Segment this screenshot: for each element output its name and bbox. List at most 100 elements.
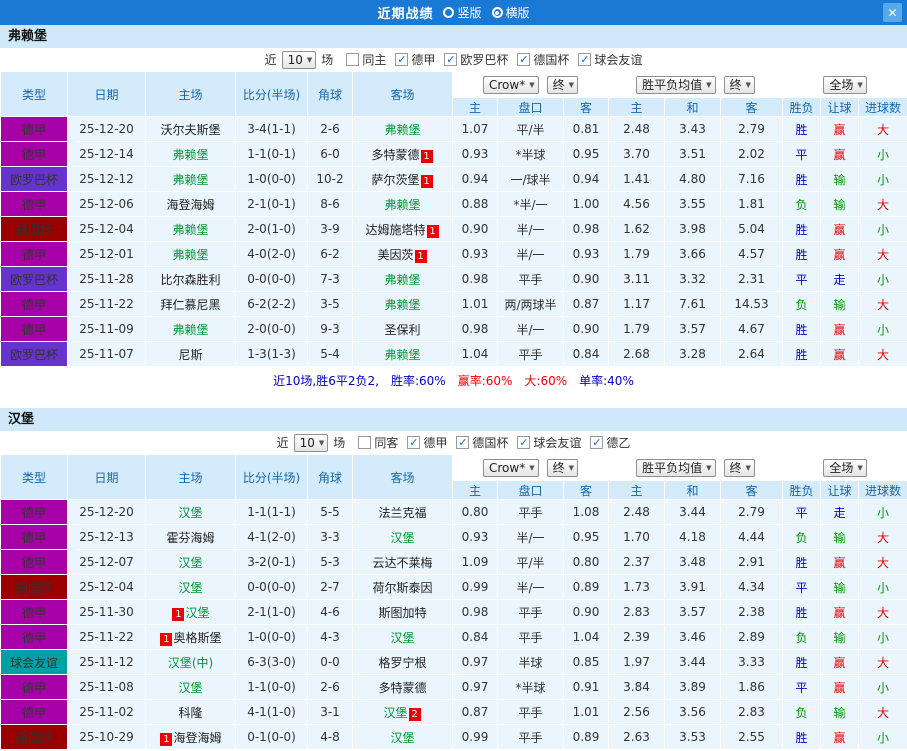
avg-draw: 3.66	[664, 241, 722, 267]
result-wdl: 胜	[782, 599, 822, 625]
away-team-name[interactable]: 弗赖堡	[384, 123, 420, 137]
home-team-name[interactable]: 汉堡	[178, 556, 202, 570]
avg-home: 1.97	[608, 649, 666, 675]
away-team-name[interactable]: 达姆施塔特	[365, 223, 425, 237]
filter-option[interactable]: 同客	[358, 434, 398, 451]
subcol-avg-draw: 和	[664, 480, 722, 500]
home-team-name[interactable]: 霍芬海姆	[166, 531, 214, 545]
corner-score: 3-5	[307, 291, 353, 317]
filter-option-label: 球会友谊	[594, 53, 643, 67]
home-team-name[interactable]: 尼斯	[178, 348, 202, 362]
corner-score: 3-1	[307, 699, 353, 725]
avg-draw: 4.18	[664, 524, 722, 550]
away-team-name[interactable]: 汉堡	[390, 531, 414, 545]
filter-option[interactable]: ✓ 球会友谊	[578, 51, 642, 68]
filter-option[interactable]: ✓ 球会友谊	[517, 434, 581, 451]
away-team-name[interactable]: 多特蒙德	[371, 148, 419, 162]
away-team-name[interactable]: 弗赖堡	[384, 198, 420, 212]
summary-text: 单率:40%	[579, 373, 634, 388]
checkbox-icon: ✓	[590, 436, 604, 449]
home-team-name[interactable]: 奥格斯堡	[173, 631, 221, 645]
odds-handicap: *半球	[497, 674, 564, 700]
home-team-cell: 1 奥格斯堡	[145, 624, 236, 650]
match-count-select[interactable]: 10 ▼	[293, 433, 329, 452]
filter-option[interactable]: ✓ 德甲	[407, 434, 447, 451]
home-team-cell: 沃尔夫斯堡	[145, 116, 236, 142]
away-team-name[interactable]: 荷尔斯泰因	[372, 581, 432, 595]
odds-company-select[interactable]: Crow* ▼	[483, 458, 539, 477]
layout-radio-vertical[interactable]: 竖版	[443, 4, 482, 21]
filter-near-label: 近	[276, 436, 289, 450]
scope-select[interactable]: 全场 ▼	[823, 458, 867, 477]
odds-final-select[interactable]: 终 ▼	[546, 458, 579, 477]
avg-final-select[interactable]: 终 ▼	[723, 458, 755, 477]
away-team-name[interactable]: 汉堡	[390, 631, 414, 645]
odds-away: 0.94	[562, 166, 610, 192]
chevron-down-icon: ▼	[745, 80, 751, 89]
odds-company-select[interactable]: Crow* ▼	[483, 75, 539, 94]
avg-away: 5.04	[720, 216, 784, 242]
home-team-name[interactable]: 汉堡	[178, 581, 202, 595]
chevron-down-icon: ▼	[568, 80, 575, 89]
away-team-name[interactable]: 圣保利	[384, 323, 420, 337]
away-team-name[interactable]: 弗赖堡	[384, 298, 420, 312]
away-team-name[interactable]: 多特蒙德	[378, 681, 426, 695]
league-type: 德甲	[0, 674, 68, 700]
team-name: 汉堡	[0, 408, 907, 431]
home-team-name[interactable]: 拜仁慕尼黑	[160, 298, 220, 312]
away-team-name[interactable]: 汉堡	[390, 731, 414, 745]
home-team-name[interactable]: 汉堡	[178, 681, 202, 695]
home-team-name[interactable]: 科隆	[178, 706, 202, 720]
avg-select[interactable]: 胜平负均值 ▼	[636, 458, 716, 477]
away-team-name[interactable]: 弗赖堡	[384, 348, 420, 362]
away-team-name[interactable]: 萨尔茨堡	[371, 173, 419, 187]
stats-table: 类型 日期 主场 比分(半场) 角球 客场 Crow* ▼ 终 ▼ 胜平负均值 …	[0, 454, 907, 750]
home-team-name[interactable]: 比尔森胜利	[160, 273, 220, 287]
filter-option[interactable]: ✓ 欧罗巴杯	[444, 51, 508, 68]
corner-score: 2-6	[307, 674, 353, 700]
filter-option[interactable]: ✓ 德国杯	[456, 434, 508, 451]
home-team-cell: 弗赖堡	[145, 216, 236, 242]
filter-option[interactable]: ✓ 德国杯	[517, 51, 569, 68]
home-team-name[interactable]: 弗赖堡	[172, 323, 208, 337]
away-team-name[interactable]: 格罗宁根	[378, 656, 426, 670]
result-handicap: 赢	[820, 724, 860, 750]
home-team-name[interactable]: 弗赖堡	[172, 173, 208, 187]
odds-away: 0.95	[562, 141, 610, 167]
scope-select[interactable]: 全场 ▼	[823, 75, 867, 94]
away-team-name[interactable]: 汉堡	[383, 706, 407, 720]
home-team-name[interactable]: 汉堡	[178, 506, 202, 520]
odds-group-header: Crow* ▼ 终 ▼	[454, 458, 608, 477]
layout-radio-horizontal[interactable]: 横版	[491, 4, 530, 21]
subcol-odds-home: 主	[452, 97, 498, 117]
filter-option[interactable]: ✓ 德乙	[590, 434, 630, 451]
avg-final-value: 终	[729, 461, 742, 475]
match-count-select[interactable]: 10 ▼	[281, 50, 317, 69]
away-team-name[interactable]: 法兰克福	[378, 506, 426, 520]
away-team-name[interactable]: 弗赖堡	[384, 273, 420, 287]
result-handicap: 输	[820, 524, 860, 550]
away-team-name[interactable]: 云达不莱梅	[372, 556, 432, 570]
home-team-name[interactable]: 弗赖堡	[172, 148, 208, 162]
filter-option[interactable]: ✓ 德甲	[395, 51, 435, 68]
home-team-name[interactable]: 弗赖堡	[172, 248, 208, 262]
odds-handicap: 半/一	[497, 524, 564, 550]
avg-select[interactable]: 胜平负均值 ▼	[636, 75, 716, 94]
corner-score: 10-2	[307, 166, 353, 192]
home-team-name[interactable]: 汉堡	[185, 606, 209, 620]
filter-option[interactable]: 同主	[346, 51, 386, 68]
match-row: 德国杯 25-12-04 汉堡 0-0(0-0) 2-7 荷尔斯泰因 0.99 半/一 0.89…	[0, 574, 907, 600]
home-team-name[interactable]: 汉堡(中)	[168, 656, 213, 670]
home-team-name[interactable]: 沃尔夫斯堡	[160, 123, 220, 137]
odds-home: 1.04	[452, 341, 498, 367]
match-date: 25-12-20	[67, 499, 146, 525]
home-team-name[interactable]: 海登海姆	[173, 731, 221, 745]
away-team-name[interactable]: 美因茨	[377, 248, 413, 262]
close-button[interactable]: ✕	[883, 3, 902, 22]
avg-final-select[interactable]: 终 ▼	[723, 75, 755, 94]
home-team-name[interactable]: 海登海姆	[166, 198, 214, 212]
odds-final-select[interactable]: 终 ▼	[546, 75, 579, 94]
away-team-name[interactable]: 斯图加特	[378, 606, 426, 620]
home-team-name[interactable]: 弗赖堡	[172, 223, 208, 237]
subcol-avg-home: 主	[608, 97, 666, 117]
